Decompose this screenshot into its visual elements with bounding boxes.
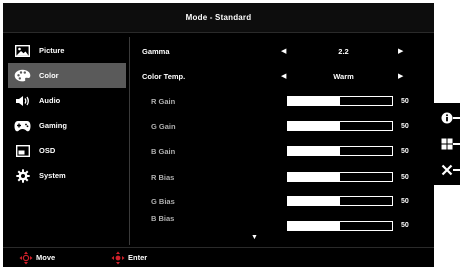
g-bias-slider[interactable]	[287, 196, 393, 206]
close-icon	[441, 164, 453, 176]
palette-icon	[14, 69, 31, 83]
g-gain-row[interactable]: G Gain 50	[130, 116, 434, 136]
gamepad-icon	[14, 119, 31, 133]
title-bar: Mode - Standard	[3, 3, 434, 33]
hotkey-strip	[434, 103, 460, 185]
r-gain-row[interactable]: R Gain 50	[130, 91, 434, 111]
gamma-row[interactable]: Gamma ◀ 2.2 ▶	[130, 41, 434, 61]
dpad-move-icon	[19, 251, 33, 264]
settings-panel: Gamma ◀ 2.2 ▶ Color Temp. ◀ Warm ▶ R Gai…	[130, 38, 434, 248]
scroll-down-icon[interactable]: ▼	[251, 234, 258, 241]
sidebar-item-label: Gaming	[39, 121, 67, 130]
osd-window-icon	[14, 144, 31, 158]
color-temp-label: Color Temp.	[142, 71, 186, 81]
right-arrow-icon[interactable]: ▶	[398, 47, 403, 55]
sidebar-item-label: Picture	[39, 46, 65, 55]
b-gain-value: 50	[401, 147, 409, 155]
sidebar-item-system[interactable]: System	[8, 163, 126, 188]
r-gain-value: 50	[401, 97, 409, 105]
sidebar-item-label: Audio	[39, 96, 61, 105]
right-arrow-icon[interactable]: ▶	[398, 72, 403, 80]
sidebar-item-picture[interactable]: Picture	[8, 38, 126, 63]
menu-grid-icon	[441, 138, 453, 150]
b-bias-value: 50	[401, 222, 409, 229]
page-title: Mode - Standard	[185, 13, 252, 22]
gear-icon	[14, 168, 31, 183]
g-bias-row[interactable]: G Bias 50	[130, 191, 434, 211]
b-bias-label: B Bias	[151, 214, 175, 223]
gamma-label: Gamma	[142, 46, 170, 56]
gamma-value: 2.2	[338, 46, 349, 56]
b-bias-row[interactable]: B Bias 50	[130, 214, 434, 234]
g-bias-value: 50	[401, 197, 409, 205]
sidebar-item-label: Color	[39, 71, 59, 80]
g-bias-label: G Bias	[151, 196, 175, 206]
r-gain-slider[interactable]	[287, 96, 393, 106]
g-gain-value: 50	[401, 122, 409, 130]
b-bias-slider[interactable]	[287, 221, 393, 231]
info-button[interactable]	[434, 105, 460, 131]
sidebar-item-osd[interactable]: OSD	[8, 138, 126, 163]
move-label: Move	[36, 253, 56, 262]
sidebar-item-color[interactable]: Color	[8, 63, 126, 88]
footer: Move Enter	[3, 247, 434, 267]
osd-menu: Mode - Standard Picture Color Audio Gami…	[3, 3, 434, 267]
sidebar-item-label: System	[39, 171, 66, 180]
r-bias-value: 50	[401, 173, 409, 181]
sidebar-item-audio[interactable]: Audio	[8, 88, 126, 113]
enter-label: Enter	[128, 253, 148, 262]
sidebar-item-gaming[interactable]: Gaming	[8, 113, 126, 138]
key-indicator	[453, 117, 460, 119]
key-indicator	[453, 143, 460, 145]
dpad-enter-icon	[111, 251, 125, 264]
sidebar: Picture Color Audio Gaming OSD System	[8, 38, 126, 188]
move-hint: Move	[19, 251, 55, 265]
b-gain-label: B Gain	[151, 146, 176, 156]
picture-icon	[14, 44, 31, 58]
color-temp-value: Warm	[333, 71, 354, 81]
info-icon	[441, 112, 453, 124]
left-arrow-icon[interactable]: ◀	[281, 47, 286, 55]
sidebar-item-label: OSD	[39, 146, 56, 155]
r-bias-row[interactable]: R Bias 50	[130, 167, 434, 187]
g-gain-label: G Gain	[151, 121, 176, 131]
menu-button[interactable]	[434, 131, 460, 157]
r-bias-label: R Bias	[151, 172, 175, 182]
r-bias-slider[interactable]	[287, 172, 393, 182]
speaker-icon	[14, 94, 31, 108]
r-gain-label: R Gain	[151, 96, 176, 106]
enter-hint: Enter	[111, 251, 147, 265]
close-button[interactable]	[434, 157, 460, 183]
g-gain-slider[interactable]	[287, 121, 393, 131]
b-gain-row[interactable]: B Gain 50	[130, 141, 434, 161]
key-indicator	[453, 169, 460, 171]
b-gain-slider[interactable]	[287, 146, 393, 156]
left-arrow-icon[interactable]: ◀	[281, 72, 286, 80]
color-temp-row[interactable]: Color Temp. ◀ Warm ▶	[130, 66, 434, 86]
